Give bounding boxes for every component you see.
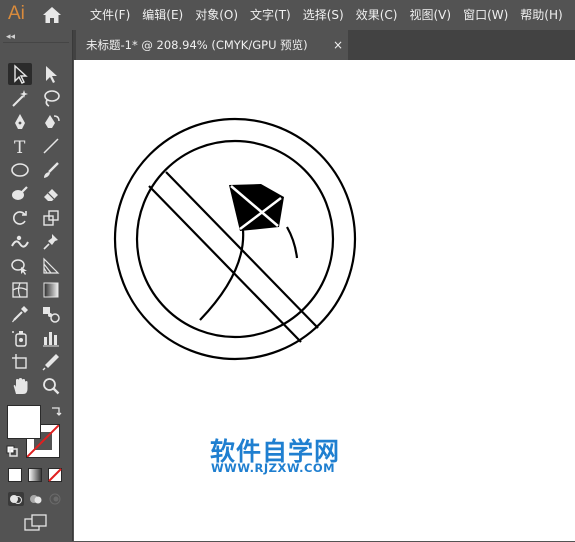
default-fill-stroke-icon[interactable] — [6, 445, 18, 457]
blob-brush-tool-icon[interactable] — [8, 183, 32, 205]
draw-behind-icon[interactable] — [28, 492, 44, 506]
mesh-tool-icon[interactable] — [8, 279, 32, 301]
svg-text:T: T — [14, 138, 26, 156]
blend-tool-icon[interactable] — [39, 303, 63, 325]
menu-effect[interactable]: 效果(C) — [356, 0, 398, 30]
gradient-mode-icon[interactable] — [28, 468, 42, 482]
pin-tool-icon[interactable] — [39, 231, 63, 253]
draw-inside-icon[interactable] — [48, 492, 64, 506]
direct-selection-tool-icon[interactable] — [39, 63, 63, 85]
menu-window[interactable]: 窗口(W) — [463, 0, 508, 30]
perspective-grid-tool-icon[interactable] — [39, 255, 63, 277]
kite-tail — [286, 226, 299, 259]
shape-builder-tool-icon[interactable] — [8, 255, 32, 277]
artboard-tool-icon[interactable] — [8, 351, 32, 373]
main-menu: 文件(F) 编辑(E) 对象(O) 文字(T) 选择(S) 效果(C) 视图(V… — [90, 0, 575, 30]
collapse-panel-icon[interactable]: ◂◂ — [6, 32, 15, 42]
rotate-tool-icon[interactable] — [8, 207, 32, 229]
hand-tool-icon[interactable] — [8, 375, 32, 397]
curvature-tool-icon[interactable] — [39, 111, 63, 133]
draw-normal-icon[interactable] — [8, 492, 24, 506]
menu-type[interactable]: 文字(T) — [250, 0, 291, 30]
close-icon[interactable]: × — [333, 30, 343, 60]
inner-circle — [135, 139, 335, 339]
menu-select[interactable]: 选择(S) — [303, 0, 344, 30]
pen-tool-icon[interactable] — [8, 111, 32, 133]
gradient-tool-icon[interactable] — [39, 279, 63, 301]
type-tool-icon[interactable]: T — [8, 135, 32, 157]
fill-color-swatch[interactable] — [7, 405, 41, 439]
paintbrush-tool-icon[interactable] — [39, 159, 63, 181]
eraser-tool-icon[interactable] — [39, 183, 63, 205]
puppet-warp-tool-icon[interactable] — [8, 231, 32, 253]
document-tab-title: 未标题-1* @ 208.94% (CMYK/GPU 预览) — [86, 38, 308, 52]
swap-fill-stroke-icon[interactable] — [50, 405, 62, 417]
column-graph-tool-icon[interactable] — [39, 327, 63, 349]
outer-circle — [113, 117, 357, 361]
line-segment-tool-icon[interactable] — [39, 135, 63, 157]
lasso-tool-icon[interactable] — [39, 87, 63, 109]
menu-file[interactable]: 文件(F) — [90, 0, 130, 30]
slice-tool-icon[interactable] — [39, 351, 63, 373]
menu-edit[interactable]: 编辑(E) — [142, 0, 183, 30]
zoom-tool-icon[interactable] — [39, 375, 63, 397]
magic-wand-tool-icon[interactable] — [8, 87, 32, 109]
color-mode-icon[interactable] — [8, 468, 22, 482]
selection-tool-icon[interactable] — [8, 63, 32, 85]
app-logo: Ai — [8, 3, 25, 24]
document-tab-bar: 未标题-1* @ 208.94% (CMYK/GPU 预览) × — [73, 30, 575, 60]
eyedropper-tool-icon[interactable] — [8, 303, 32, 325]
menu-help[interactable]: 帮助(H) — [520, 0, 562, 30]
menu-bar: Ai 文件(F) 编辑(E) 对象(O) 文字(T) 选择(S) 效果(C) 视… — [0, 0, 575, 30]
none-mode-icon[interactable] — [48, 468, 62, 482]
scale-tool-icon[interactable] — [39, 207, 63, 229]
ellipse-tool-icon[interactable] — [8, 159, 32, 181]
screen-mode-icon[interactable] — [24, 514, 48, 532]
home-icon[interactable] — [42, 6, 62, 24]
document-tab[interactable]: 未标题-1* @ 208.94% (CMYK/GPU 预览) × — [76, 30, 348, 60]
watermark-url: WWW.RJZXW.COM — [211, 461, 336, 475]
menu-object[interactable]: 对象(O) — [195, 0, 238, 30]
menu-view[interactable]: 视图(V) — [409, 0, 451, 30]
symbol-sprayer-tool-icon[interactable] — [8, 327, 32, 349]
